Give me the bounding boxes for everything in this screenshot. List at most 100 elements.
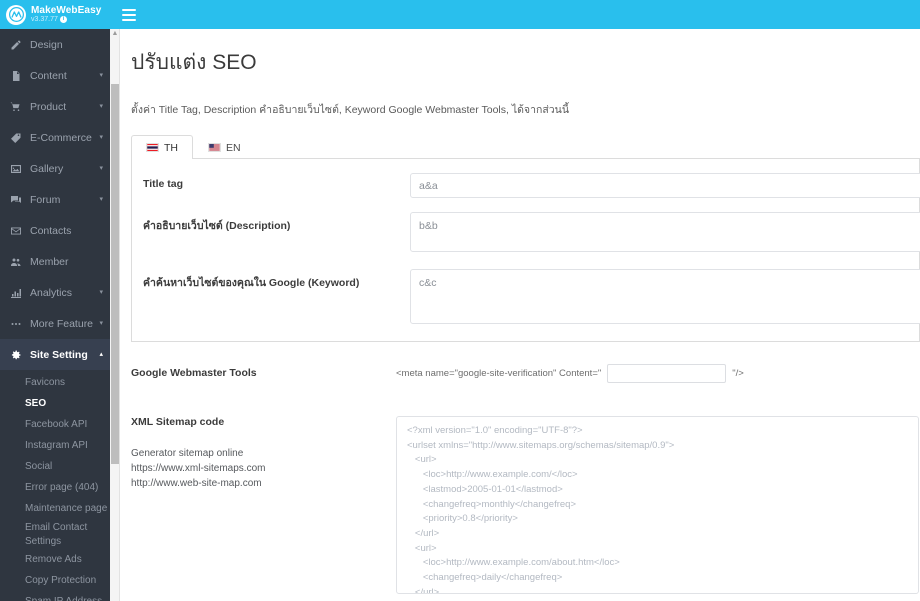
sidebar-subitem-seo[interactable]: SEO bbox=[0, 393, 110, 414]
tab-label: EN bbox=[226, 141, 241, 154]
sidebar-item-design[interactable]: Design bbox=[0, 29, 110, 60]
hamburger-menu-icon[interactable] bbox=[118, 4, 140, 26]
keyword-textarea[interactable]: c&c bbox=[410, 269, 920, 324]
hamburger-bar bbox=[122, 18, 136, 21]
description-textarea[interactable]: b&b bbox=[410, 212, 920, 252]
page-title: ปรับแต่ง SEO bbox=[131, 51, 257, 74]
sidebar-item-content[interactable]: Content ▾ bbox=[0, 60, 110, 91]
ellipsis-icon bbox=[9, 318, 23, 330]
image-icon bbox=[9, 163, 23, 175]
chevron-icon: ▾ bbox=[99, 320, 103, 327]
sitemap-generator-label: Generator sitemap online bbox=[131, 448, 244, 459]
chevron-icon: ▴ bbox=[99, 351, 103, 358]
title-tag-field-wrap bbox=[410, 173, 920, 198]
brand-version: v3.37.77 i bbox=[31, 16, 101, 24]
form-row-title-tag: Title tag bbox=[132, 173, 920, 198]
chevron-icon: ▾ bbox=[99, 165, 103, 172]
webmaster-meta-prefix: <meta name="google-site-verification" Co… bbox=[396, 367, 602, 379]
sitemap-links: Generator sitemap online https://www.xml… bbox=[131, 446, 396, 491]
sidebar-subitem-copy-protection[interactable]: Copy Protection bbox=[0, 570, 110, 591]
sidebar-item-label: Content bbox=[30, 69, 67, 82]
tab-en[interactable]: EN bbox=[193, 135, 256, 159]
sitemap-link-2[interactable]: http://www.web-site-map.com bbox=[131, 476, 396, 491]
description-field-wrap: b&b bbox=[410, 212, 920, 255]
sitemap-code-textarea[interactable]: <?xml version="1.0" encoding="UTF-8"?> <… bbox=[396, 416, 919, 594]
sidebar-subitem-remove-ads[interactable]: Remove Ads bbox=[0, 549, 110, 570]
top-bar: MakeWebEasy v3.37.77 i bbox=[0, 0, 920, 29]
sidebar: Design Content ▾ Product ▾ E-Commerce ▾ Gallery… bbox=[0, 29, 110, 601]
sidebar-scrollbar-thumb[interactable] bbox=[111, 84, 119, 464]
chevron-icon: ▾ bbox=[99, 196, 103, 203]
sidebar-item-site-setting[interactable]: Site Setting ▴ bbox=[0, 339, 110, 370]
sitemap-info: XML Sitemap code Generator sitemap onlin… bbox=[131, 416, 396, 491]
sidebar-item-gallery[interactable]: Gallery ▾ bbox=[0, 153, 110, 184]
keyword-field-wrap: c&c bbox=[410, 269, 920, 327]
webmaster-verification-input[interactable] bbox=[607, 363, 727, 383]
sidebar-subitem-instagram-api[interactable]: Instagram API bbox=[0, 435, 110, 456]
sidebar-item-label: Design bbox=[30, 38, 63, 51]
form-row-description: คำอธิบายเว็บไซต์ (Description) b&b bbox=[132, 212, 920, 255]
chevron-icon: ▾ bbox=[99, 289, 103, 296]
sidebar-subitem-maintenance-page[interactable]: Maintenance page bbox=[0, 498, 110, 519]
brand-area[interactable]: MakeWebEasy v3.37.77 i bbox=[0, 0, 110, 29]
sidebar-item-label: Gallery bbox=[30, 162, 64, 175]
comment-icon bbox=[9, 194, 23, 206]
version-text: v3.37.77 bbox=[31, 16, 58, 24]
hamburger-bar bbox=[122, 13, 136, 16]
sitemap-title: XML Sitemap code bbox=[131, 416, 225, 428]
sidebar-item-product[interactable]: Product ▾ bbox=[0, 91, 110, 122]
sidebar-item-label: Member bbox=[30, 255, 69, 268]
brand-name: MakeWebEasy bbox=[31, 4, 102, 16]
sidebar-subitem-error-page-404[interactable]: Error page (404) bbox=[0, 477, 110, 498]
sitemap-link-1[interactable]: https://www.xml-sitemaps.com bbox=[131, 461, 396, 476]
sidebar-subitem-favicons[interactable]: Favicons bbox=[0, 372, 110, 393]
tab-th[interactable]: TH bbox=[131, 135, 193, 159]
tag-icon bbox=[9, 132, 23, 144]
language-tabs: TH EN bbox=[131, 135, 920, 159]
description-label: คำอธิบายเว็บไซต์ (Description) bbox=[143, 220, 291, 232]
chevron-icon: ▾ bbox=[99, 134, 103, 141]
google-webmaster-tools-row: Google Webmaster Tools <meta name="googl… bbox=[131, 360, 920, 386]
seo-form-panel: Title tag คำอธิบายเว็บไซต์ (Description)… bbox=[131, 158, 920, 342]
sidebar-item-analytics[interactable]: Analytics ▾ bbox=[0, 277, 110, 308]
pencil-icon bbox=[9, 39, 23, 51]
sidebar-item-label: Analytics bbox=[30, 286, 73, 299]
xml-sitemap-section: XML Sitemap code Generator sitemap onlin… bbox=[131, 416, 920, 594]
tab-label: TH bbox=[164, 141, 178, 154]
sidebar-subitem-spam-ip-address[interactable]: Spam IP Address bbox=[0, 591, 110, 601]
chevron-icon: ▾ bbox=[99, 103, 103, 110]
sidebar-subitem-email-contact-settings[interactable]: Email Contact Settings bbox=[0, 519, 110, 549]
sidebar-item-more-feature[interactable]: More Feature ▾ bbox=[0, 308, 110, 339]
info-icon[interactable]: i bbox=[59, 16, 67, 24]
sidebar-scrollbar[interactable]: ▲ bbox=[110, 29, 120, 601]
sidebar-item-label: Contacts bbox=[30, 224, 72, 237]
gear-icon bbox=[9, 349, 23, 361]
cart-icon bbox=[9, 101, 23, 113]
title-tag-label: Title tag bbox=[143, 178, 184, 190]
sidebar-item-label: E-Commerce bbox=[30, 131, 92, 144]
scroll-up-arrow-icon[interactable]: ▲ bbox=[110, 29, 120, 39]
sidebar-item-member[interactable]: Member bbox=[0, 246, 110, 277]
form-row-keyword: คำค้นหาเว็บไซต์ของคุณใน Google (Keyword)… bbox=[132, 269, 920, 327]
chart-icon bbox=[9, 287, 23, 299]
page-subtitle: ตั้งค่า Title Tag, Description คำอธิบายเ… bbox=[131, 104, 569, 116]
sidebar-item-label: Forum bbox=[30, 193, 61, 206]
sidebar-subitem-social[interactable]: Social bbox=[0, 456, 110, 477]
users-icon bbox=[9, 256, 23, 268]
main-content: ปรับแต่ง SEO ตั้งค่า Title Tag, Descript… bbox=[121, 29, 920, 601]
sidebar-item-contacts[interactable]: Contacts bbox=[0, 215, 110, 246]
sidebar-item-forum[interactable]: Forum ▾ bbox=[0, 184, 110, 215]
sidebar-nav-list: Design Content ▾ Product ▾ E-Commerce ▾ Gallery… bbox=[0, 29, 110, 601]
us-flag-icon bbox=[208, 143, 221, 152]
keyword-label: คำค้นหาเว็บไซต์ของคุณใน Google (Keyword) bbox=[143, 277, 360, 289]
webmaster-meta-suffix: "/> bbox=[732, 367, 744, 379]
hamburger-bar bbox=[122, 8, 136, 11]
sidebar-item-label: Product bbox=[30, 100, 67, 113]
sidebar-item-label: Site Setting bbox=[30, 348, 88, 361]
file-icon bbox=[9, 70, 23, 82]
sidebar-item-e-commerce[interactable]: E-Commerce ▾ bbox=[0, 122, 110, 153]
thai-flag-icon bbox=[146, 143, 159, 152]
makewebeasy-logo-icon bbox=[6, 4, 26, 25]
sidebar-subitem-facebook-api[interactable]: Facebook API bbox=[0, 414, 110, 435]
title-tag-input[interactable] bbox=[410, 173, 920, 198]
